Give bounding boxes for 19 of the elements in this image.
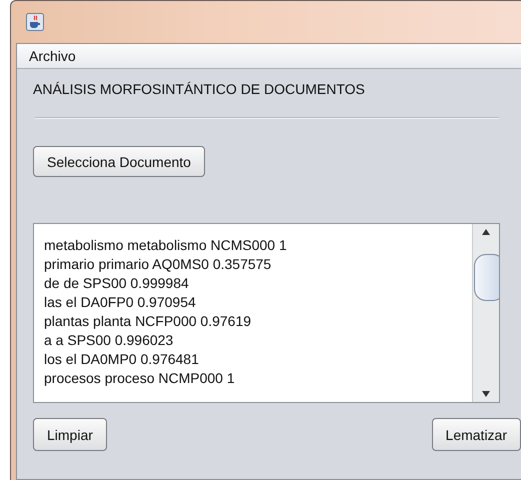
scroll-down-icon[interactable] <box>481 390 491 398</box>
heading-label: ANÁLISIS MORFOSINTÁNTICO DE DOCUMENTOS <box>33 81 366 97</box>
scroll-up-icon[interactable] <box>481 228 491 236</box>
output-text-area[interactable] <box>33 223 500 403</box>
output-line: las el DA0FP0 0.970954 <box>44 293 197 312</box>
output-line: de de SPS00 0.999984 <box>44 274 190 293</box>
output-line: los el DA0MP0 0.976481 <box>44 350 200 369</box>
menu-item[interactable]: Archivo <box>23 48 82 64</box>
action-button[interactable]: Lematizar <box>432 418 521 451</box>
output-line: a a SPS00 0.996023 <box>44 331 174 350</box>
action-button[interactable]: Limpiar <box>33 418 107 451</box>
output-line: metabolismo metabolismo NCMS000 1 <box>44 236 288 255</box>
scroll-thumb[interactable] <box>474 254 499 301</box>
output-line: primario primario AQ0MS0 0.357575 <box>44 255 272 274</box>
coffee-cup-icon <box>26 13 44 31</box>
scrollbar[interactable] <box>472 224 499 402</box>
output-line: plantas planta NCFP000 0.97619 <box>44 312 252 331</box>
output-line: procesos proceso NCMP000 1 <box>44 369 236 388</box>
select-document-button[interactable]: Selecciona Documento <box>33 146 205 177</box>
